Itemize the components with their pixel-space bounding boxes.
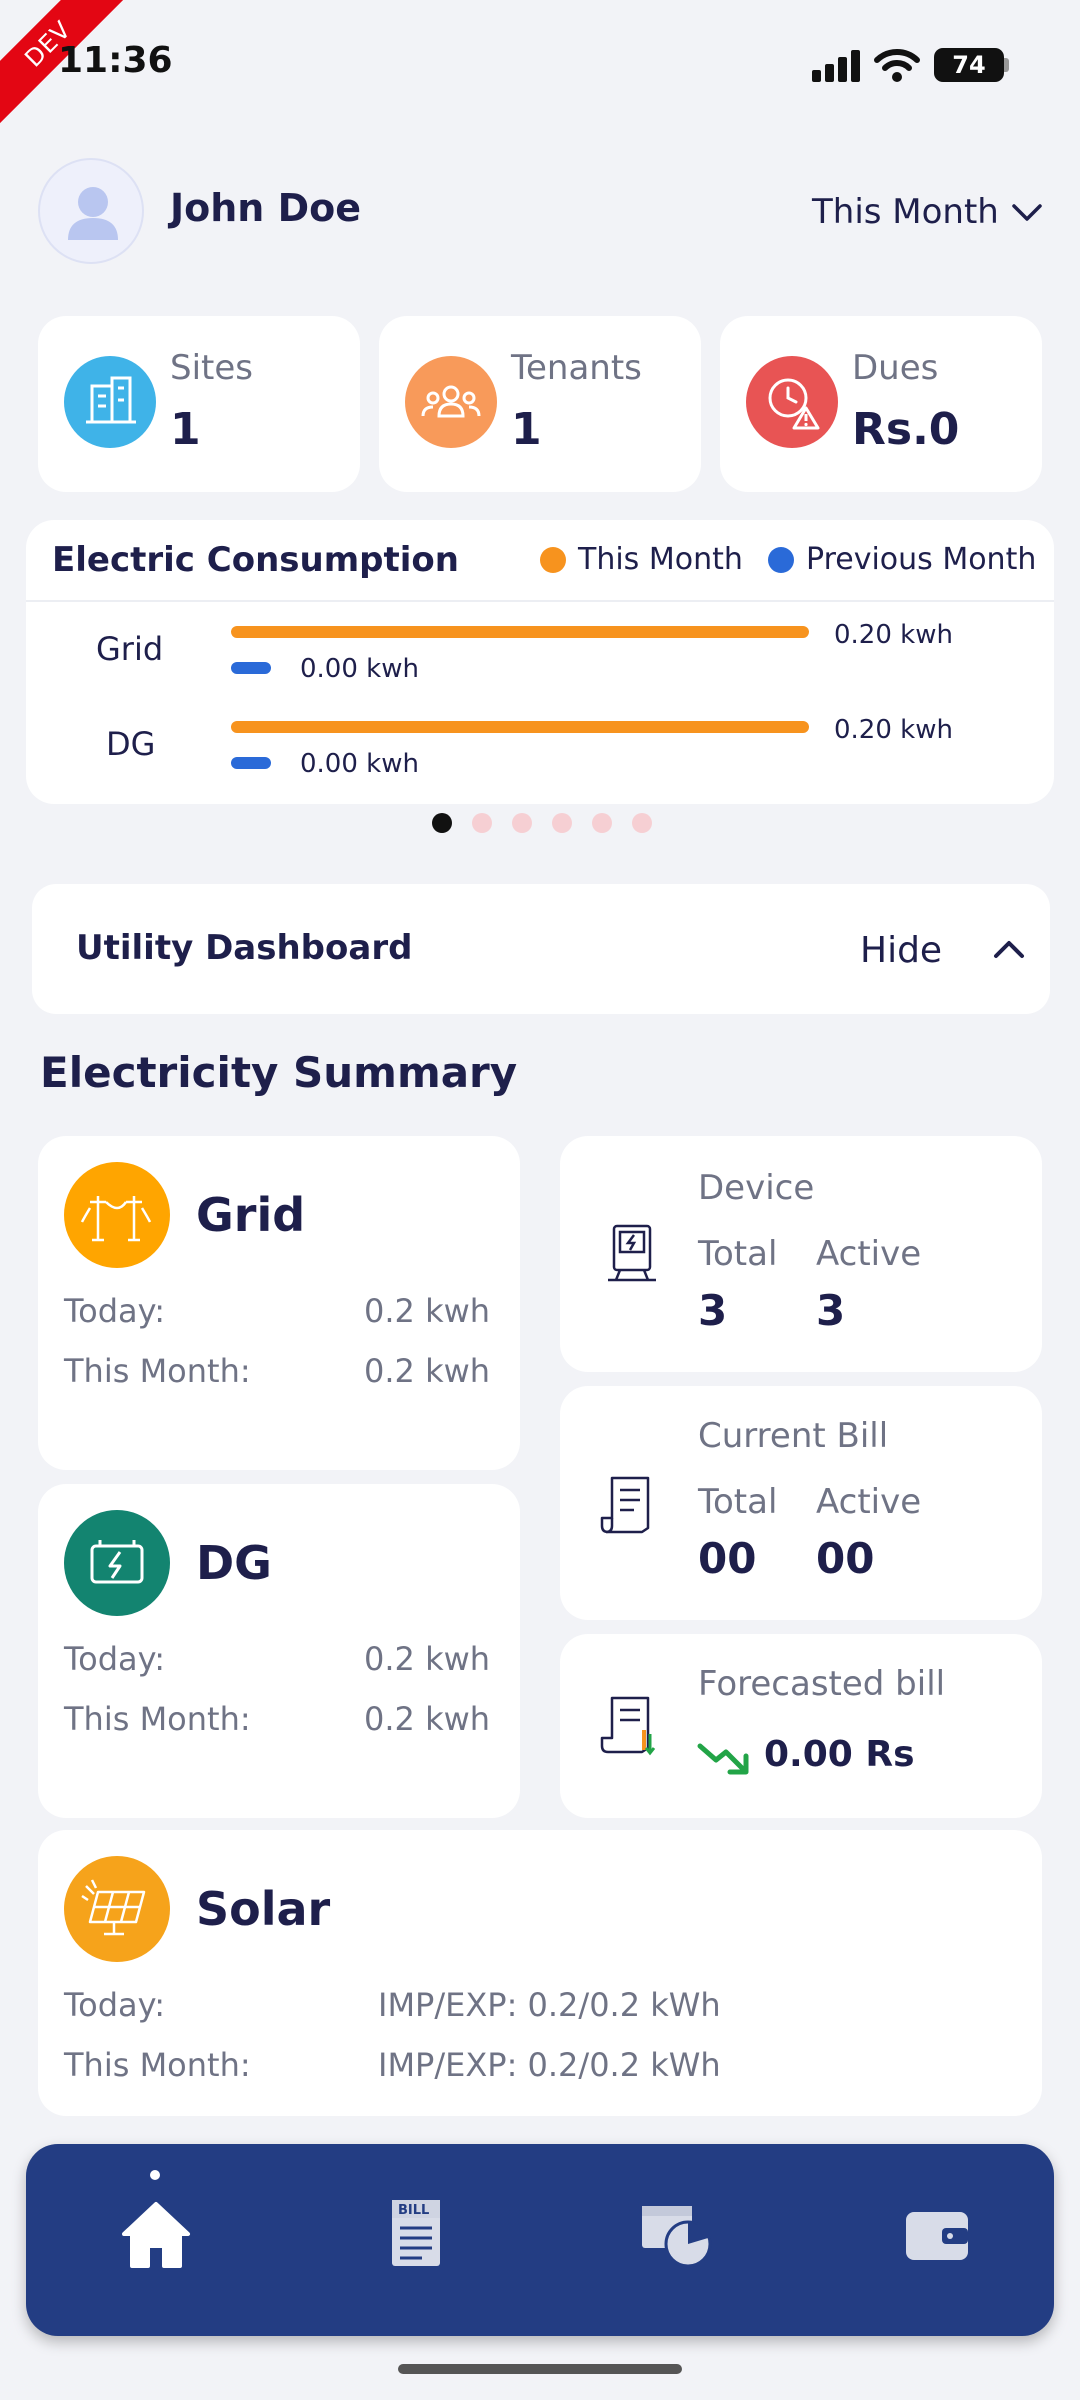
bottom-nav: BILL — [26, 2144, 1054, 2336]
forecast-bill-card[interactable]: Forecasted bill 0.00 Rs — [560, 1634, 1042, 1818]
forecast-receipt-icon — [600, 1696, 656, 1756]
period-selector[interactable]: This Month — [812, 192, 999, 232]
bill-icon-text: BILL — [398, 2203, 430, 2218]
legend-previous-month: Previous Month — [806, 542, 1037, 577]
stat-value: 1 — [511, 404, 542, 455]
device-total-value: 3 — [698, 1286, 728, 1335]
today-value: 0.2 kwh — [364, 1292, 491, 1330]
nav-active-indicator — [150, 2170, 160, 2180]
forecast-title: Forecasted bill — [698, 1664, 946, 1704]
device-active-value: 3 — [816, 1286, 846, 1335]
consumption-title: Electric Consumption — [52, 540, 459, 580]
report-chart-icon[interactable] — [636, 2194, 716, 2274]
bar-previous-month — [231, 757, 271, 769]
bar-this-month — [231, 721, 809, 733]
pager-dot[interactable] — [472, 813, 492, 833]
building-icon — [64, 356, 156, 448]
chevron-down-icon[interactable] — [1010, 196, 1044, 230]
trend-down-icon — [697, 1743, 749, 1775]
dg-card[interactable]: DG Today: 0.2 kwh This Month: 0.2 kwh — [38, 1484, 520, 1818]
cellular-signal-icon — [812, 50, 860, 82]
home-icon[interactable] — [116, 2194, 196, 2274]
solar-title: Solar — [196, 1882, 331, 1936]
today-value: 0.2 kwh — [364, 1640, 491, 1678]
pager-dot[interactable] — [592, 813, 612, 833]
battery-cap — [1004, 58, 1009, 72]
today-label: Today: — [64, 1292, 165, 1330]
home-indicator — [398, 2364, 682, 2374]
bill-icon[interactable]: BILL — [376, 2194, 456, 2274]
month-value: 0.2 kwh — [364, 1700, 491, 1738]
today-label: Today: — [64, 1640, 165, 1678]
grid-title: Grid — [196, 1188, 306, 1242]
hide-toggle[interactable]: Hide — [860, 930, 942, 971]
pager-dot[interactable] — [512, 813, 532, 833]
solar-card[interactable]: Solar Today: IMP/EXP: 0.2/0.2 kWh This M… — [38, 1830, 1042, 2116]
stat-label: Sites — [170, 348, 253, 388]
consumption-row-label: DG — [106, 725, 156, 763]
status-time: 11:36 — [58, 40, 173, 81]
bar-this-month-value: 0.20 kwh — [834, 620, 953, 650]
current-bill-card[interactable]: Current Bill Total Active 00 00 — [560, 1386, 1042, 1620]
month-label: This Month: — [64, 1700, 251, 1738]
solar-panel-icon — [64, 1856, 170, 1962]
wifi-icon — [874, 49, 920, 82]
stat-label: Dues — [852, 348, 939, 388]
power-tower-icon — [64, 1162, 170, 1268]
current-bill-active-value: 00 — [816, 1534, 875, 1583]
legend-previous-month-swatch — [768, 547, 794, 573]
user-name: John Doe — [170, 186, 362, 230]
grid-card[interactable]: Grid Today: 0.2 kwh This Month: 0.2 kwh — [38, 1136, 520, 1470]
pager-dot-active[interactable] — [432, 813, 452, 833]
receipt-icon — [600, 1476, 650, 1534]
consumption-card: Electric Consumption This Month Previous… — [26, 520, 1054, 804]
device-total-label: Total — [698, 1234, 778, 1274]
month-label: This Month: — [64, 1352, 251, 1390]
stat-card-sites[interactable]: Sites 1 — [38, 316, 360, 492]
pager-dot[interactable] — [632, 813, 652, 833]
clock-warning-icon — [746, 356, 838, 448]
section-title: Electricity Summary — [40, 1048, 518, 1097]
month-label: This Month: — [64, 2046, 251, 2084]
stat-card-tenants[interactable]: Tenants 1 — [379, 316, 701, 492]
chevron-up-icon[interactable] — [992, 934, 1026, 964]
current-bill-total-label: Total — [698, 1482, 778, 1522]
legend-this-month: This Month — [578, 542, 743, 577]
current-bill-title: Current Bill — [698, 1416, 889, 1456]
device-title: Device — [698, 1168, 815, 1208]
today-value: IMP/EXP: 0.2/0.2 kWh — [378, 1986, 721, 2024]
month-value: IMP/EXP: 0.2/0.2 kWh — [378, 2046, 721, 2084]
battery-icon: 74 — [934, 48, 1004, 82]
utility-dashboard-header[interactable]: Utility Dashboard Hide — [32, 884, 1050, 1014]
wallet-icon[interactable] — [896, 2194, 976, 2274]
bar-previous-month — [231, 662, 271, 674]
month-value: 0.2 kwh — [364, 1352, 491, 1390]
current-bill-active-label: Active — [816, 1482, 922, 1522]
people-group-icon — [405, 356, 497, 448]
stat-card-dues[interactable]: Dues Rs.0 — [720, 316, 1042, 492]
device-meter-icon — [608, 1224, 656, 1282]
avatar[interactable] — [38, 158, 144, 264]
consumption-divider — [26, 600, 1054, 602]
utility-dashboard-title: Utility Dashboard — [76, 928, 413, 968]
battery-charge-icon — [64, 1510, 170, 1616]
device-active-label: Active — [816, 1234, 922, 1274]
legend-this-month-swatch — [540, 547, 566, 573]
bar-previous-month-value: 0.00 kwh — [300, 654, 419, 684]
stat-value: Rs.0 — [852, 404, 960, 455]
bar-this-month-value: 0.20 kwh — [834, 715, 953, 745]
bar-previous-month-value: 0.00 kwh — [300, 749, 419, 779]
user-icon — [68, 187, 118, 240]
dg-title: DG — [196, 1536, 272, 1590]
stat-label: Tenants — [511, 348, 642, 388]
pager-dot[interactable] — [552, 813, 572, 833]
consumption-row-label: Grid — [96, 630, 164, 668]
current-bill-total-value: 00 — [698, 1534, 757, 1583]
forecast-value: 0.00 Rs — [764, 1734, 915, 1775]
bar-this-month — [231, 626, 809, 638]
device-card[interactable]: Device Total Active 3 3 — [560, 1136, 1042, 1372]
stat-value: 1 — [170, 404, 201, 455]
today-label: Today: — [64, 1986, 165, 2024]
